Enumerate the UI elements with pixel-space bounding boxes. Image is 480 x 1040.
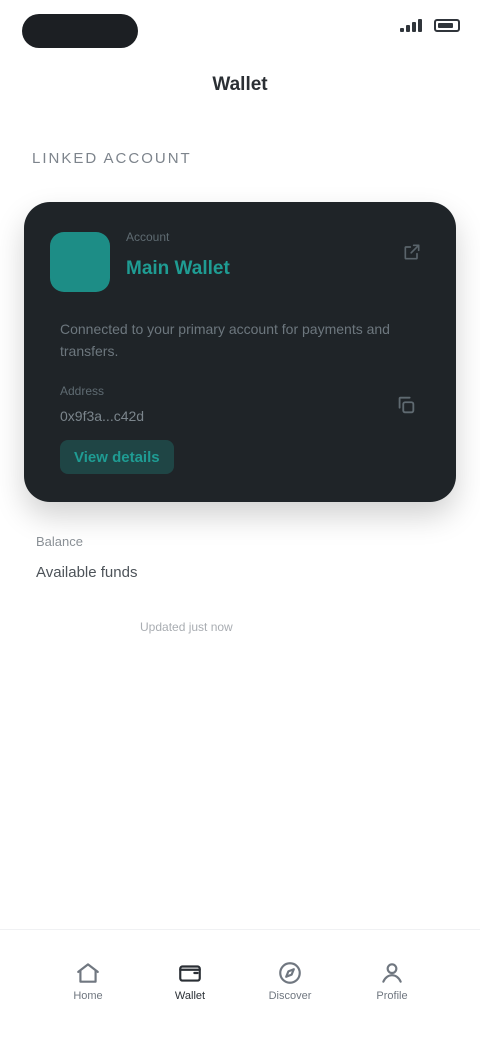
battery-icon	[434, 18, 460, 32]
card-title: Main Wallet	[126, 258, 230, 279]
nav-label-discover: Discover	[268, 990, 312, 1002]
nav-label-home: Home	[73, 990, 103, 1002]
section-label: Linked Account	[32, 150, 192, 167]
wallet-icon	[179, 965, 201, 982]
view-details-button[interactable]: View details	[60, 440, 174, 474]
copy-icon	[398, 396, 415, 413]
nav-label-profile: Profile	[376, 990, 408, 1002]
nav-item-profile[interactable]: Profile	[362, 960, 422, 1020]
nav-item-home[interactable]: Home	[58, 960, 118, 1020]
status-icons	[400, 18, 460, 32]
balance-value: Available funds	[36, 564, 138, 581]
nav-label-wallet: Wallet	[174, 990, 206, 1002]
card-meta-value: 0x9f3a...c42d	[60, 408, 145, 424]
nav-item-wallet[interactable]: Wallet	[160, 960, 220, 1020]
signal-icon	[400, 18, 424, 32]
nav-item-discover[interactable]: Discover	[260, 960, 320, 1020]
home-icon	[77, 963, 99, 983]
bottom-nav: Home Wallet Discover Profile	[0, 929, 480, 1040]
compass-icon	[279, 962, 301, 984]
account-avatar	[50, 232, 110, 292]
account-card[interactable]: Account Main Wallet Connected to your pr…	[24, 202, 456, 502]
balance-label: Balance	[36, 534, 83, 549]
balance-updated: Updated just now	[140, 620, 233, 634]
card-eyebrow: Account	[126, 230, 170, 244]
user-icon	[382, 963, 402, 983]
status-time-pill	[22, 14, 138, 48]
copy-button[interactable]	[390, 390, 422, 422]
external-link-icon[interactable]	[402, 242, 422, 262]
status-bar	[0, 0, 480, 60]
card-meta-label: Address	[60, 384, 105, 398]
card-description: Connected to your primary account for pa…	[60, 321, 390, 359]
page-title: Wallet	[212, 74, 268, 95]
